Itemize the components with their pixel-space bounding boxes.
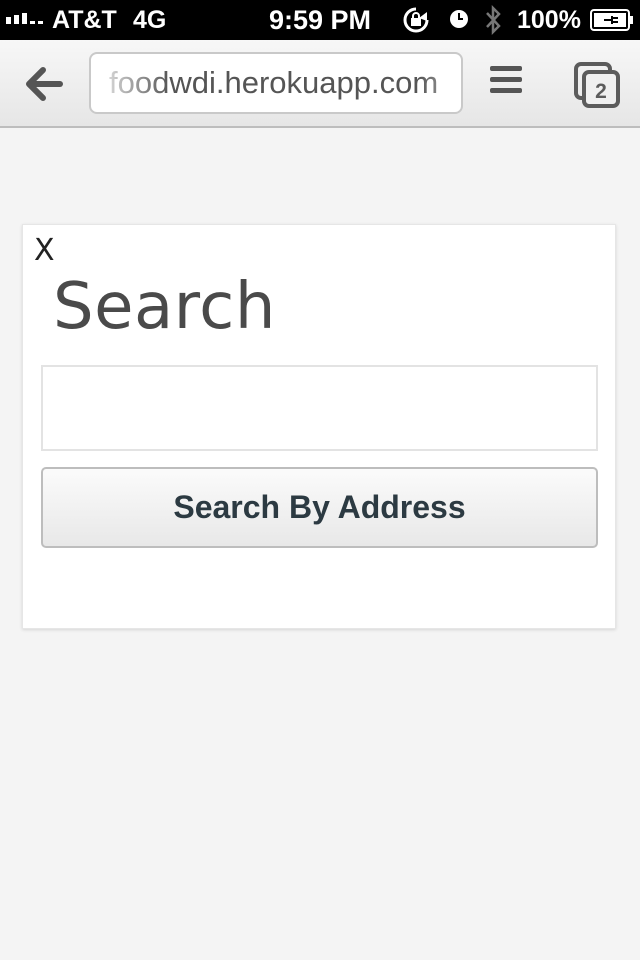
back-button[interactable]: [20, 62, 66, 106]
address-bar[interactable]: foodwdi.herokuapp.com: [89, 52, 463, 114]
close-button[interactable]: X: [34, 233, 55, 269]
browser-toolbar: foodwdi.herokuapp.com 2: [0, 40, 640, 128]
url-text: foodwdi.herokuapp.com: [109, 65, 439, 100]
battery-percent: 100%: [517, 6, 581, 34]
menu-icon: [490, 66, 524, 93]
modal-title: Search: [53, 270, 276, 344]
rotation-lock-icon: [403, 7, 429, 33]
status-bar: AT&T 4G 9:59 PM 100%: [0, 0, 640, 40]
tabs-icon: 2: [574, 62, 620, 108]
tab-count: 2: [595, 80, 607, 103]
menu-button[interactable]: [490, 66, 524, 100]
search-modal: X Search Search By Address: [22, 224, 616, 629]
bluetooth-icon: [486, 5, 501, 35]
tabs-button[interactable]: 2: [574, 62, 620, 108]
alarm-icon: [450, 10, 468, 28]
search-by-address-button[interactable]: Search By Address: [41, 467, 598, 548]
battery-charging-icon: [590, 9, 633, 31]
address-input[interactable]: [41, 365, 598, 451]
back-arrow-icon: [26, 67, 63, 101]
